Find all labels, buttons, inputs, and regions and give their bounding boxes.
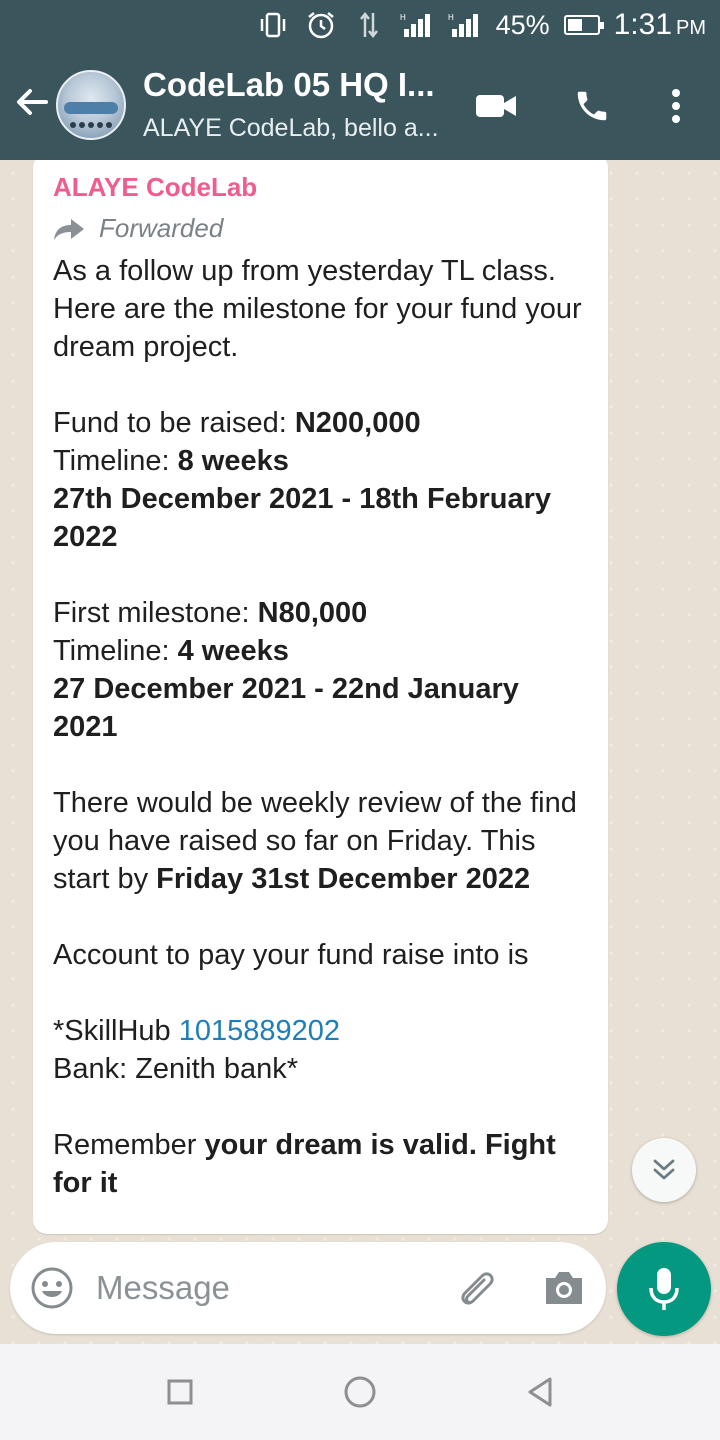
account-block: *SkillHub 1015889202 Bank: Zenith bank* — [53, 1015, 341, 1085]
chat-title[interactable]: CodeLab 05 HQ I... — [143, 66, 435, 104]
mic-icon — [649, 1268, 679, 1310]
message-sender[interactable]: ALAYE CodeLab — [53, 172, 588, 203]
chat-subtitle[interactable]: ALAYE CodeLab, bello a... — [143, 114, 439, 143]
svg-text:H: H — [400, 13, 406, 22]
message-input[interactable] — [96, 1262, 436, 1314]
attach-icon[interactable] — [454, 1266, 500, 1312]
more-vert-icon[interactable] — [654, 86, 698, 126]
vibrate-icon — [256, 9, 290, 41]
status-bar: H H 45% 1:31 PM — [0, 0, 720, 50]
milestone-block: First milestone: N80,000 Timeline: 4 wee… — [53, 597, 519, 743]
voice-call-icon[interactable] — [570, 86, 614, 126]
back-triangle-icon[interactable] — [520, 1372, 560, 1412]
clock: 1:31 PM — [613, 8, 706, 41]
recents-square-icon[interactable] — [160, 1372, 200, 1412]
emoji-icon[interactable] — [30, 1266, 74, 1310]
group-avatar[interactable] — [56, 70, 126, 140]
signal-icon-2: H — [448, 9, 482, 41]
forwarded-indicator: Forwarded — [53, 213, 588, 244]
review-block: There would be weekly review of the find… — [53, 787, 577, 895]
back-arrow-icon[interactable] — [12, 82, 52, 122]
video-call-icon[interactable] — [474, 86, 518, 126]
data-arrows-icon — [352, 9, 386, 41]
message-intro: As a follow up from yesterday TL class. … — [53, 255, 582, 363]
alarm-icon — [304, 9, 338, 41]
home-circle-icon[interactable] — [340, 1372, 380, 1412]
mic-button[interactable] — [617, 1242, 711, 1336]
chat-area[interactable]: ALAYE CodeLab Forwarded As a follow up f… — [0, 160, 720, 1344]
message-bubble[interactable]: ALAYE CodeLab Forwarded As a follow up f… — [33, 160, 608, 1234]
forward-arrow-icon — [54, 218, 84, 240]
double-chevron-down-icon — [653, 1159, 675, 1180]
signal-icon-1: H — [400, 9, 434, 41]
battery-icon — [563, 15, 604, 35]
message-body: As a follow up from yesterday TL class. … — [53, 252, 588, 1202]
chat-header: CodeLab 05 HQ I... ALAYE CodeLab, bello … — [0, 50, 720, 160]
account-number-link[interactable]: 1015889202 — [179, 1015, 340, 1047]
forwarded-label: Forwarded — [99, 213, 224, 243]
svg-text:H: H — [448, 13, 454, 22]
battery-percent: 45% — [495, 9, 550, 40]
fund-block: Fund to be raised: N200,000 Timeline: 8 … — [53, 407, 552, 553]
camera-icon[interactable] — [542, 1268, 586, 1308]
message-composer — [10, 1242, 606, 1334]
scroll-to-bottom-button[interactable] — [632, 1138, 696, 1202]
remember-block: Remember your dream is valid. Fight for … — [53, 1129, 556, 1199]
account-intro: Account to pay your fund raise into is — [53, 939, 529, 971]
top-bar: H H 45% 1:31 PM CodeLab 05 HQ I... ALAYE … — [0, 0, 720, 160]
android-nav-bar — [0, 1344, 720, 1440]
